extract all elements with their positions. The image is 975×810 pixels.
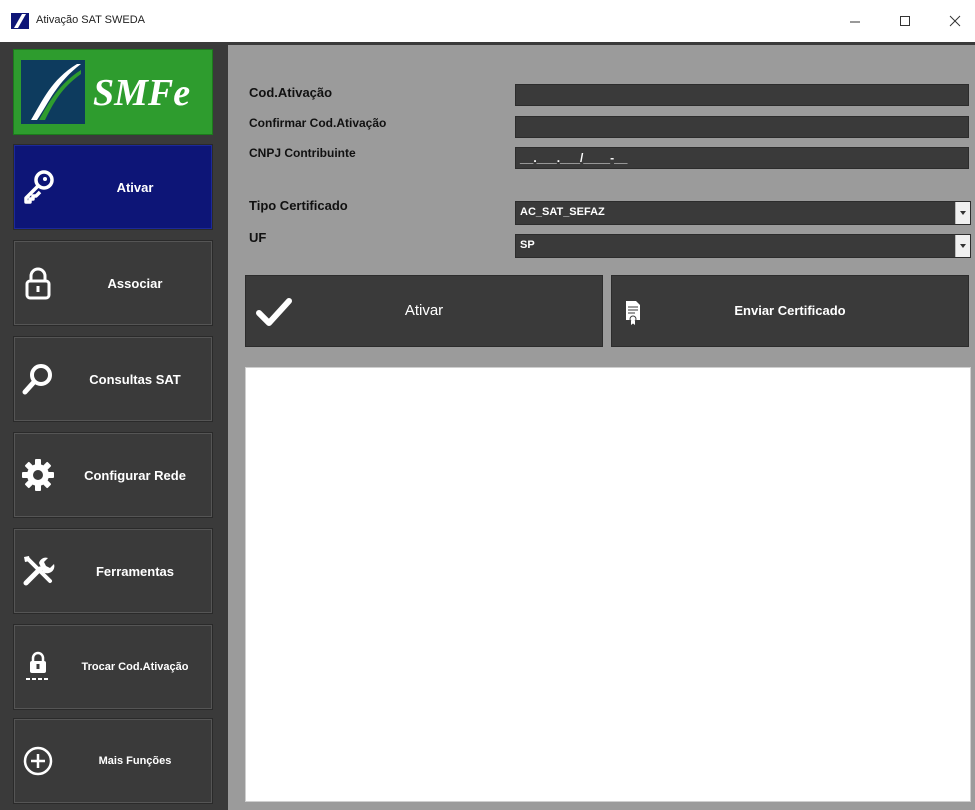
sidebar-item-label: Mais Funções	[98, 754, 172, 767]
gear-icon	[22, 459, 54, 491]
tipo-certificado-value: AC_SAT_SEFAZ	[520, 206, 605, 218]
logo-text: SMFe	[93, 72, 191, 114]
magnifier-icon	[22, 364, 52, 395]
maximize-button[interactable]	[885, 6, 925, 36]
maximize-icon	[900, 16, 910, 26]
confirmar-cod-ativacao-label: Confirmar Cod.Ativação	[249, 116, 387, 130]
close-button[interactable]	[935, 6, 975, 36]
sidebar-item-associar[interactable]: Associar	[13, 240, 213, 326]
tipo-certificado-select[interactable]: AC_SAT_SEFAZ	[515, 201, 971, 225]
plus-circle-icon	[23, 746, 53, 776]
logo-mark-icon	[21, 60, 85, 124]
sidebar-item-label: Configurar Rede	[84, 467, 186, 483]
uf-label: UF	[249, 230, 267, 245]
minimize-button[interactable]	[835, 6, 875, 36]
sidebar-item-ativar[interactable]: Ativar	[13, 144, 213, 230]
sidebar-item-trocar-cod-ativacao[interactable]: Trocar Cod.Ativação	[13, 624, 213, 710]
uf-select[interactable]: SP	[515, 234, 971, 258]
sidebar-item-ferramentas[interactable]: Ferramentas	[13, 528, 213, 614]
enviar-certificado-button-label: Enviar Certificado	[734, 303, 846, 318]
lock-icon	[25, 267, 51, 300]
tools-icon	[23, 556, 55, 586]
cod-ativacao-input[interactable]	[515, 84, 969, 106]
enviar-certificado-button[interactable]: Enviar Certificado	[611, 275, 969, 347]
sidebar-item-label: Associar	[107, 275, 163, 291]
chevron-down-icon[interactable]	[955, 235, 970, 257]
sidebar-item-label: Ativar	[116, 179, 154, 195]
sidebar-item-label: Trocar Cod.Ativação	[81, 660, 189, 673]
cnpj-value: __.___.___/____-__	[520, 151, 628, 165]
app-logo-icon	[11, 13, 29, 29]
confirmar-cod-ativacao-input[interactable]	[515, 116, 969, 138]
ativar-button-label: Ativar	[404, 302, 444, 319]
close-icon	[949, 15, 961, 27]
lock-password-icon	[26, 651, 48, 680]
output-textarea[interactable]	[245, 367, 971, 802]
cod-ativacao-label: Cod.Ativação	[249, 85, 333, 100]
key-icon	[24, 170, 54, 204]
cnpj-label: CNPJ Contribuinte	[249, 146, 356, 160]
sidebar-item-consultas-sat[interactable]: Consultas SAT	[13, 336, 213, 422]
tipo-certificado-label: Tipo Certificado	[249, 198, 348, 213]
chevron-down-icon[interactable]	[955, 202, 970, 224]
window-title: Ativação SAT SWEDA	[36, 14, 146, 26]
title-bar: Ativação SAT SWEDA	[0, 0, 975, 42]
smfe-logo: SMFe	[13, 49, 213, 135]
sidebar-item-mais-funcoes[interactable]: Mais Funções	[13, 718, 213, 804]
sidebar-item-configurar-rede[interactable]: Configurar Rede	[13, 432, 213, 518]
sidebar-item-label: Consultas SAT	[89, 371, 181, 387]
uf-value: SP	[520, 239, 535, 251]
ativar-button[interactable]: Ativar	[245, 275, 603, 347]
cnpj-input[interactable]: __.___.___/____-__	[515, 147, 969, 169]
sidebar-item-label: Ferramentas	[95, 563, 175, 579]
minimize-icon	[850, 21, 860, 23]
